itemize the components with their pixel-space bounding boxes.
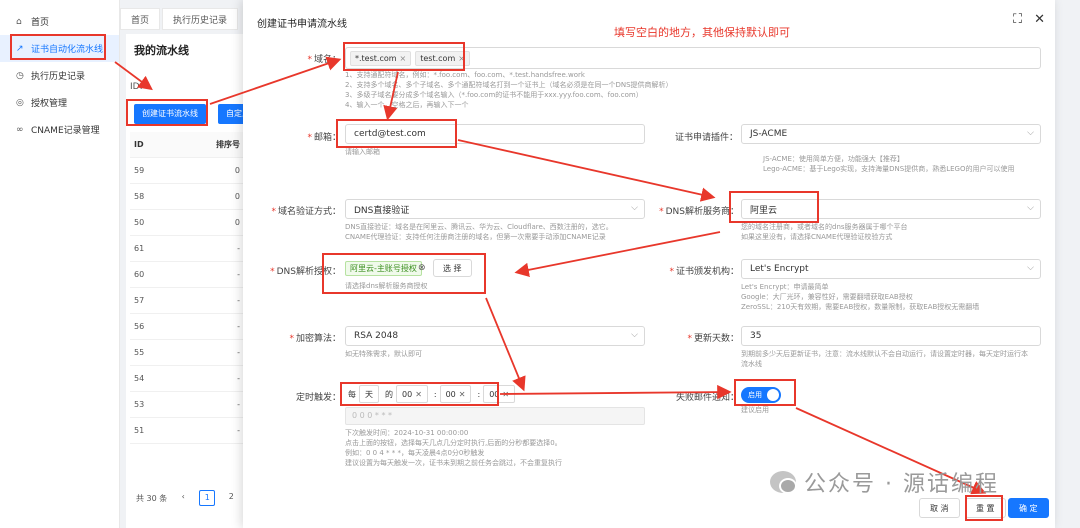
table-cell: 57 (134, 296, 145, 305)
link-icon: ∞ (16, 124, 24, 135)
id-filter-label: ID: (130, 82, 143, 92)
ca-help: Let's Encrypt：申请最简单 Google：大厂光环，兼容性好，需要翻… (741, 283, 980, 311)
pagination: 共 30 条 ‹ 1 2 (136, 490, 239, 506)
table-cell: 61 (134, 244, 145, 253)
total-count: 共 30 条 (136, 493, 168, 503)
page-2[interactable]: 2 (223, 490, 239, 506)
renew-label: * 更新天数： (687, 334, 739, 344)
chevron-down-icon: ⌵ (1027, 203, 1034, 213)
wechat-icon (770, 471, 797, 494)
sidebar-item-label: 授权管理 (31, 99, 68, 109)
history-icon: ◷ (16, 70, 24, 81)
cancel-button[interactable]: 取 消 (919, 498, 960, 518)
page-1[interactable]: 1 (199, 490, 216, 506)
renew-days-input[interactable]: 35 (741, 326, 1041, 346)
table-cell: 56 (134, 322, 145, 331)
algo-help: 如无特殊需求，默认即可 (345, 350, 422, 358)
dns-provider-label: * DNS解析服务商： (659, 207, 739, 217)
prev-page-icon[interactable]: ‹ (175, 490, 191, 506)
email-help: 请输入邮箱 (345, 148, 380, 156)
highlight-cron (340, 382, 499, 406)
table-cell: - (237, 244, 240, 253)
cron-expression-field[interactable]: 0 0 0 * * * (345, 407, 645, 425)
chevron-down-icon: ⌵ (1027, 128, 1034, 138)
highlight-dns-auth (322, 253, 486, 294)
notify-label: 失败邮件通知： (675, 393, 739, 403)
algo-select[interactable]: RSA 2048 ⌵ (345, 326, 645, 346)
table-cell: - (237, 348, 240, 357)
renew-help: 到期前多少天后更新证书，注意：流水线默认不会自动运行，请设置定时器，每天定时运行… (741, 350, 1028, 368)
cron-help: 下次触发时间：2024-10-31 00:00:00 点击上面的按钮，选择每天几… (345, 429, 562, 467)
sidebar-item-cname[interactable]: ∞ CNAME记录管理 (0, 116, 119, 143)
page-tabs: 首页 执行历史记录 (120, 8, 240, 30)
clear-icon[interactable]: ✕ (502, 390, 509, 399)
col-id: ID (134, 140, 144, 149)
table-cell: - (237, 426, 240, 435)
tab-history[interactable]: 执行历史记录 (162, 8, 239, 30)
chevron-down-icon: ⌵ (631, 203, 638, 213)
ca-label: * 证书颁发机构： (669, 267, 739, 277)
cron-label: 定时触发： (295, 393, 341, 403)
verify-help: DNS直接验证：域名是在阿里云、腾讯云、华为云、Cloudflare、西数注册的… (345, 223, 613, 241)
table-cell: 0 (234, 166, 240, 175)
plugin-label: 证书申请插件： (674, 133, 738, 143)
highlight-sidebar-pipeline (10, 34, 106, 60)
sidebar-item-label: CNAME记录管理 (31, 126, 100, 136)
table-cell: - (237, 400, 240, 409)
highlight-dns-provider (729, 191, 819, 223)
table-cell: - (237, 270, 240, 279)
table-cell: 51 (134, 426, 145, 435)
algo-label: * 加密算法： (289, 334, 341, 344)
table-cell: 0 (234, 192, 240, 201)
plugin-select[interactable]: JS-ACME ⌵ (741, 124, 1041, 144)
confirm-button[interactable]: 确 定 (1008, 498, 1049, 518)
sidebar-item-label: 执行历史记录 (31, 72, 86, 82)
dns-provider-help: 您的域名注册商，或者域名的dns服务器属于哪个平台 如果这里没有，请选择CNAM… (741, 223, 908, 241)
highlight-create-button (126, 99, 208, 126)
highlight-email (336, 119, 457, 148)
domain-label: * 域名： (307, 55, 341, 65)
domain-help: 1、支持通配符域名，例如：*.foo.com、foo.com、*.test.ha… (345, 71, 673, 109)
table-cell: 53 (134, 400, 145, 409)
page-title: 我的流水线 (134, 44, 189, 57)
email-label: * 邮箱： (307, 133, 341, 143)
modal-title: 创建证书申请流水线 (257, 19, 347, 30)
sidebar: ⌂ 首页 ↗ 证书自动化流水线 ◷ 执行历史记录 ◎ 授权管理 ∞ CNAME记… (0, 0, 120, 528)
modal-tools: ⛶ ✕ (1013, 12, 1045, 27)
notify-help: 建议启用 (741, 406, 769, 414)
sidebar-item-history[interactable]: ◷ 执行历史记录 (0, 62, 119, 89)
sidebar-item-label: 首页 (31, 18, 50, 28)
verify-label: * 域名验证方式： (271, 207, 341, 217)
home-icon: ⌂ (16, 16, 22, 27)
annotation-hint: 填写空白的地方，其他保持默认即可 (614, 26, 790, 39)
fullscreen-icon[interactable]: ⛶ (1013, 12, 1022, 27)
table-cell: 59 (134, 166, 145, 175)
table-cell: 0 (234, 218, 240, 227)
ca-select[interactable]: Let's Encrypt ⌵ (741, 259, 1041, 279)
table-cell: - (237, 322, 240, 331)
table-cell: 55 (134, 348, 145, 357)
table-cell: 50 (134, 218, 145, 227)
highlight-reset (965, 495, 1003, 521)
plugin-help: JS-ACME：使用简单方便，功能强大【推荐】 Lego-ACME：基于Lego… (763, 155, 1015, 173)
highlight-domain (343, 42, 465, 71)
table-cell: 60 (134, 270, 145, 279)
tab-home[interactable]: 首页 (120, 8, 161, 30)
table-cell: 54 (134, 374, 145, 383)
sidebar-item-home[interactable]: ⌂ 首页 (0, 8, 119, 35)
close-icon[interactable]: ✕ (1034, 12, 1045, 27)
table-cell: - (237, 374, 240, 383)
highlight-notify (734, 379, 796, 406)
auth-icon: ◎ (16, 97, 24, 108)
watermark: 公众号 · 源话编程 (770, 466, 999, 498)
chevron-down-icon: ⌵ (1027, 263, 1034, 273)
table-cell: - (237, 296, 240, 305)
verify-select[interactable]: DNS直接验证 ⌵ (345, 199, 645, 219)
col-order: 排序号 (216, 140, 240, 149)
sidebar-item-auth[interactable]: ◎ 授权管理 (0, 89, 119, 116)
table-cell: 58 (134, 192, 145, 201)
chevron-down-icon: ⌵ (631, 330, 638, 340)
